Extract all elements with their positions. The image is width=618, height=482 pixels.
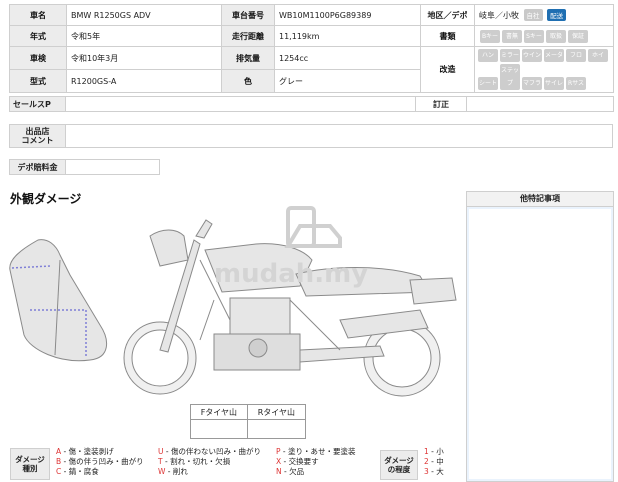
- legend-col-3: P - 塗り・あせ・要塗装 X - 交換要す N - 欠品: [276, 447, 356, 477]
- region-cell: 岐阜／小牧 自社 配送: [474, 4, 614, 26]
- legend-x: X - 交換要す: [276, 457, 319, 466]
- value-rear-tyre: [246, 419, 307, 439]
- mod-chips: ハン ミラー ウイン メータ フロ ホイシートステップ マフラ サイレ Rサス: [474, 46, 614, 93]
- label-car-name: 車名: [9, 4, 67, 26]
- chip-mod-9: マフラ: [522, 77, 542, 90]
- value-model: R1200GS-A: [66, 69, 222, 93]
- sales-point-value: [66, 96, 416, 112]
- legend-p: P - 塗り・あせ・要塗装: [276, 447, 356, 456]
- notes-panel: 他特記事項: [466, 191, 614, 482]
- chip-mod-10: サイレ: [544, 77, 564, 90]
- label-model: 型式: [9, 69, 67, 93]
- value-front-tyre: [190, 419, 248, 439]
- label-color: 色: [221, 69, 275, 93]
- label-year: 年式: [9, 25, 67, 47]
- chip-doc-2: 書無: [502, 29, 522, 43]
- docs-chips: Bキー 書無 Sキー 取扱 保証: [474, 25, 614, 47]
- legend-levels: 1 - 小 2 - 中 3 - 大: [424, 447, 444, 477]
- label-displacement: 排気量: [221, 46, 275, 70]
- legend-col-2: U - 傷の伴わない凹み・曲がり T - 割れ・切れ・欠損 W - 削れ: [158, 447, 261, 477]
- label-rear-tyre: Rタイヤ山: [246, 404, 307, 420]
- chip-mod-11: Rサス: [566, 77, 586, 90]
- value-car-name: BMW R1250GS ADV: [66, 4, 222, 26]
- tag-own: 自社: [523, 9, 543, 21]
- label-sales-point: セールスP: [9, 96, 66, 112]
- label-region: 地区／デポ: [420, 4, 475, 26]
- tag-delivery: 配送: [547, 9, 567, 21]
- legend-n: N - 欠品: [276, 467, 305, 476]
- value-frame-number: WB10M1100P6G89389: [274, 4, 421, 26]
- chip-doc-1: Bキー: [480, 29, 500, 43]
- tyre-tread-table: Fタイヤ山 Rタイヤ山: [190, 404, 307, 439]
- label-mods: 改造: [420, 46, 475, 93]
- label-correction: 訂正: [416, 96, 467, 112]
- legend-c: C - 錆・腐食: [56, 467, 99, 476]
- chip-doc-5: 保証: [568, 29, 588, 43]
- chip-mod-1: ハン: [478, 49, 498, 62]
- label-inspection: 車検: [9, 46, 67, 70]
- depot-fee-value: [66, 159, 160, 175]
- label-front-tyre: Fタイヤ山: [190, 404, 248, 420]
- sales-point-row: セールスP 訂正: [9, 96, 614, 112]
- legend-a: A - 傷・塗装剥げ: [56, 447, 114, 456]
- value-year: 令和5年: [66, 25, 222, 47]
- chip-mod-8: ステップ: [500, 64, 520, 90]
- value-color: グレー: [274, 69, 421, 93]
- chip-mod-6: ホイ: [588, 49, 608, 62]
- legend-level-2: 2 - 中: [424, 457, 444, 466]
- label-damage-type: ダメージ 種別: [10, 448, 50, 480]
- value-displacement: 1254cc: [274, 46, 421, 70]
- legend-b: B - 傷の伴う凹み・曲がり: [56, 457, 144, 466]
- legend-t: T - 割れ・切れ・欠損: [158, 457, 231, 466]
- correction-value: [467, 96, 614, 112]
- value-region: 岐阜／小牧: [479, 11, 519, 20]
- label-exhibitor-comment: 出品店 コメント: [9, 124, 66, 148]
- notes-title: 他特記事項: [467, 192, 613, 207]
- vehicle-info-table: 車名 BMW R1250GS ADV 車台番号 WB10M1100P6G8938…: [9, 4, 614, 93]
- value-inspection: 令和10年3月: [66, 46, 222, 70]
- label-mileage: 走行距離: [221, 25, 275, 47]
- exhibitor-comment-row: 出品店 コメント: [9, 124, 613, 148]
- chip-doc-4: 取扱: [546, 29, 566, 43]
- chip-mod-7: シート: [478, 77, 498, 90]
- depot-fee-row: デポ賠料金: [9, 159, 160, 175]
- label-depot-fee: デポ賠料金: [9, 159, 66, 175]
- legend-level-1: 1 - 小: [424, 447, 444, 456]
- chip-mod-5: フロ: [566, 49, 586, 62]
- label-frame-number: 車台番号: [221, 4, 275, 26]
- engine: [229, 297, 291, 339]
- chip-mod-4: メータ: [544, 49, 564, 62]
- legend-col-1: A - 傷・塗装剥げ B - 傷の伴う凹み・曲がり C - 錆・腐食: [56, 447, 144, 477]
- tail-cowl: [409, 277, 457, 305]
- legend-u: U - 傷の伴わない凹み・曲がり: [158, 447, 261, 456]
- chip-mod-3: ウイン: [522, 49, 542, 62]
- legend-level-3: 3 - 大: [424, 467, 444, 476]
- watermark-text: mudah.my: [214, 259, 368, 289]
- label-docs: 書類: [420, 25, 475, 47]
- legend-w: W - 削れ: [158, 467, 188, 476]
- value-mileage: 11,119km: [274, 25, 421, 47]
- chip-doc-3: Sキー: [524, 29, 544, 43]
- exhibitor-comment-value: [66, 124, 613, 148]
- label-damage-level: ダメージ の程度: [380, 450, 418, 480]
- chip-mod-2: ミラー: [500, 49, 520, 62]
- notes-body[interactable]: [469, 209, 611, 479]
